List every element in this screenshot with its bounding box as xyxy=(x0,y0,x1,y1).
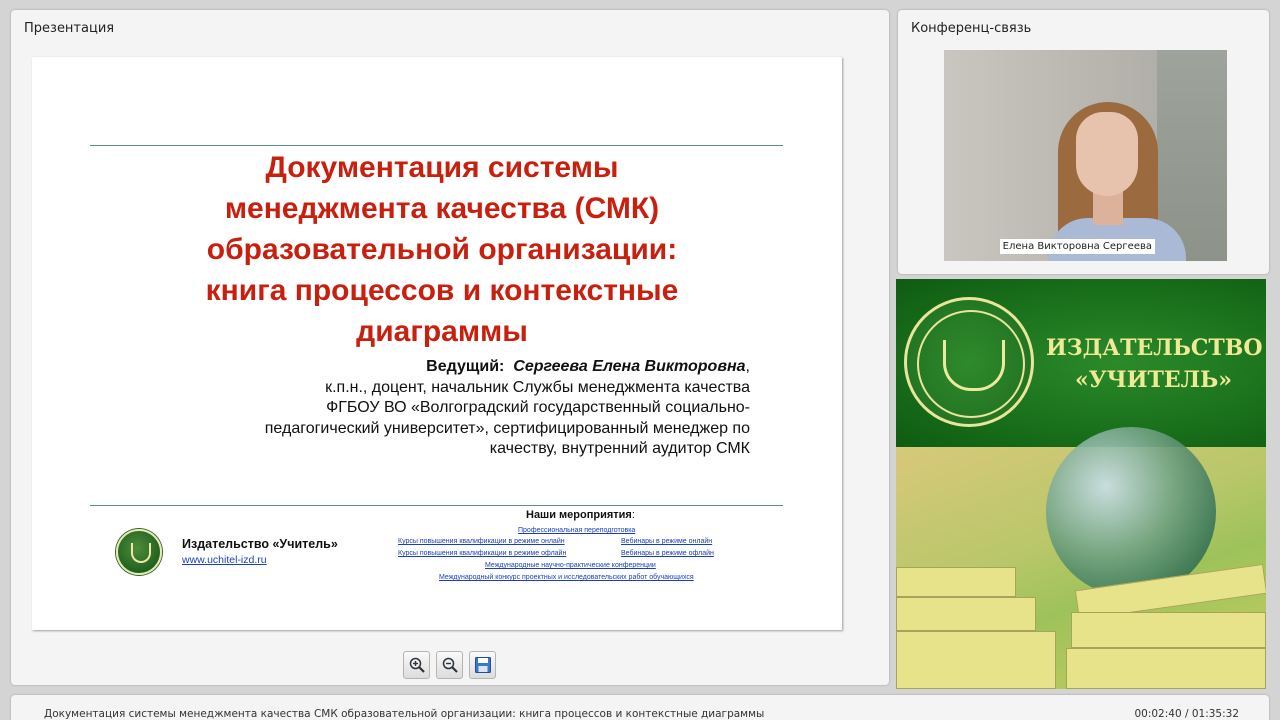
events-title: Наши мероприятия: xyxy=(526,509,635,521)
presenter-detail-line: к.п.н., доцент, начальник Службы менеджм… xyxy=(325,378,750,396)
event-link[interactable]: Вебинары в режиме офлайн xyxy=(621,550,714,557)
conference-panel-title: Конференц-связь xyxy=(911,21,1032,36)
presenter-detail-line: качеству, внутренний аудитор СМК xyxy=(489,440,750,457)
events-title-text: Наши мероприятия xyxy=(526,509,632,521)
save-icon xyxy=(475,657,491,673)
slide-top-rule xyxy=(90,145,783,146)
banner-header: ИЗДАТЕЛЬСТВО «УЧИТЕЛЬ» xyxy=(896,279,1266,447)
banner-line-1: ИЗДАТЕЛЬСТВО xyxy=(1046,335,1263,361)
banner-image xyxy=(896,427,1266,689)
presenter-detail-line: ФГБОУ ВО «Волгоградский государственный … xyxy=(326,399,750,416)
slide-bottom-rule xyxy=(90,505,783,506)
zoom-in-icon xyxy=(409,657,425,673)
event-link[interactable]: Курсы повышения квалификации в режиме оф… xyxy=(398,550,566,557)
event-link[interactable]: Международные научно-практические конфер… xyxy=(485,562,656,569)
book-graphic xyxy=(1071,612,1266,648)
presentation-panel: Презентация Документация системы менеджм… xyxy=(11,10,889,685)
publisher-name: Издательство «Учитель» xyxy=(182,537,338,551)
event-link[interactable]: Вебинары в режиме онлайн xyxy=(621,538,712,545)
book-graphic xyxy=(1066,648,1266,689)
zoom-out-button[interactable] xyxy=(436,651,463,679)
presenter-detail-line: педагогический университет», сертифициро… xyxy=(264,419,750,437)
slide-heading-line: менеджмента качества (СМК) xyxy=(224,192,660,225)
participant-name-label: Елена Викторовна Сергеева xyxy=(999,239,1155,254)
participant-face xyxy=(1076,112,1138,196)
status-bar: Документация системы менеджмента качеств… xyxy=(11,695,1269,720)
presenter-prefix: Ведущий: xyxy=(426,358,505,375)
publisher-logo xyxy=(116,529,162,575)
globe-graphic xyxy=(1046,427,1216,597)
banner-logo xyxy=(904,297,1034,427)
event-link[interactable]: Международный конкурс проектных и исслед… xyxy=(439,574,694,581)
presenter-info: Ведущий: Сергеева Елена Викторовна, к.п.… xyxy=(230,357,750,460)
event-link[interactable]: Курсы повышения квалификации в режиме он… xyxy=(398,538,565,545)
zoom-in-button[interactable] xyxy=(403,651,430,679)
save-button[interactable] xyxy=(469,651,496,679)
publisher-url-link[interactable]: www.uchitel-izd.ru xyxy=(182,554,267,566)
slide-heading-line: Документация системы xyxy=(265,151,619,184)
events-title-suffix: : xyxy=(631,509,635,521)
book-graphic xyxy=(896,631,1056,689)
event-link[interactable]: Профессиональная переподготовка xyxy=(518,527,635,534)
event-title: Документация системы менеджмента качеств… xyxy=(44,708,765,720)
slide-heading-line: образовательной организации: xyxy=(206,233,678,266)
publisher-banner: ИЗДАТЕЛЬСТВО «УЧИТЕЛЬ» xyxy=(896,279,1266,689)
participant-video[interactable]: Елена Викторовна Сергеева xyxy=(944,50,1227,261)
presenter-line: Ведущий: Сергеева Елена Викторовна, xyxy=(230,357,750,378)
book-graphic xyxy=(896,597,1036,631)
presenter-name: Сергеева Елена Викторовна xyxy=(513,358,746,375)
zoom-out-icon xyxy=(442,657,458,673)
slide-heading-line: диаграммы xyxy=(356,315,528,348)
presentation-slide: Документация системы менеджмента качеств… xyxy=(32,57,842,630)
banner-line-2: «УЧИТЕЛЬ» xyxy=(1075,367,1232,393)
book-graphic xyxy=(896,567,1016,597)
presenter-suffix: , xyxy=(745,358,750,375)
presentation-panel-title: Презентация xyxy=(24,21,115,36)
conference-panel: Конференц-связь Елена Викторовна Сергеев… xyxy=(898,10,1269,274)
playback-time: 00:02:40 / 01:35:32 xyxy=(1134,708,1239,720)
slide-heading-line: книга процессов и контекстные xyxy=(205,274,679,307)
slide-heading: Документация системы менеджмента качеств… xyxy=(112,147,772,352)
